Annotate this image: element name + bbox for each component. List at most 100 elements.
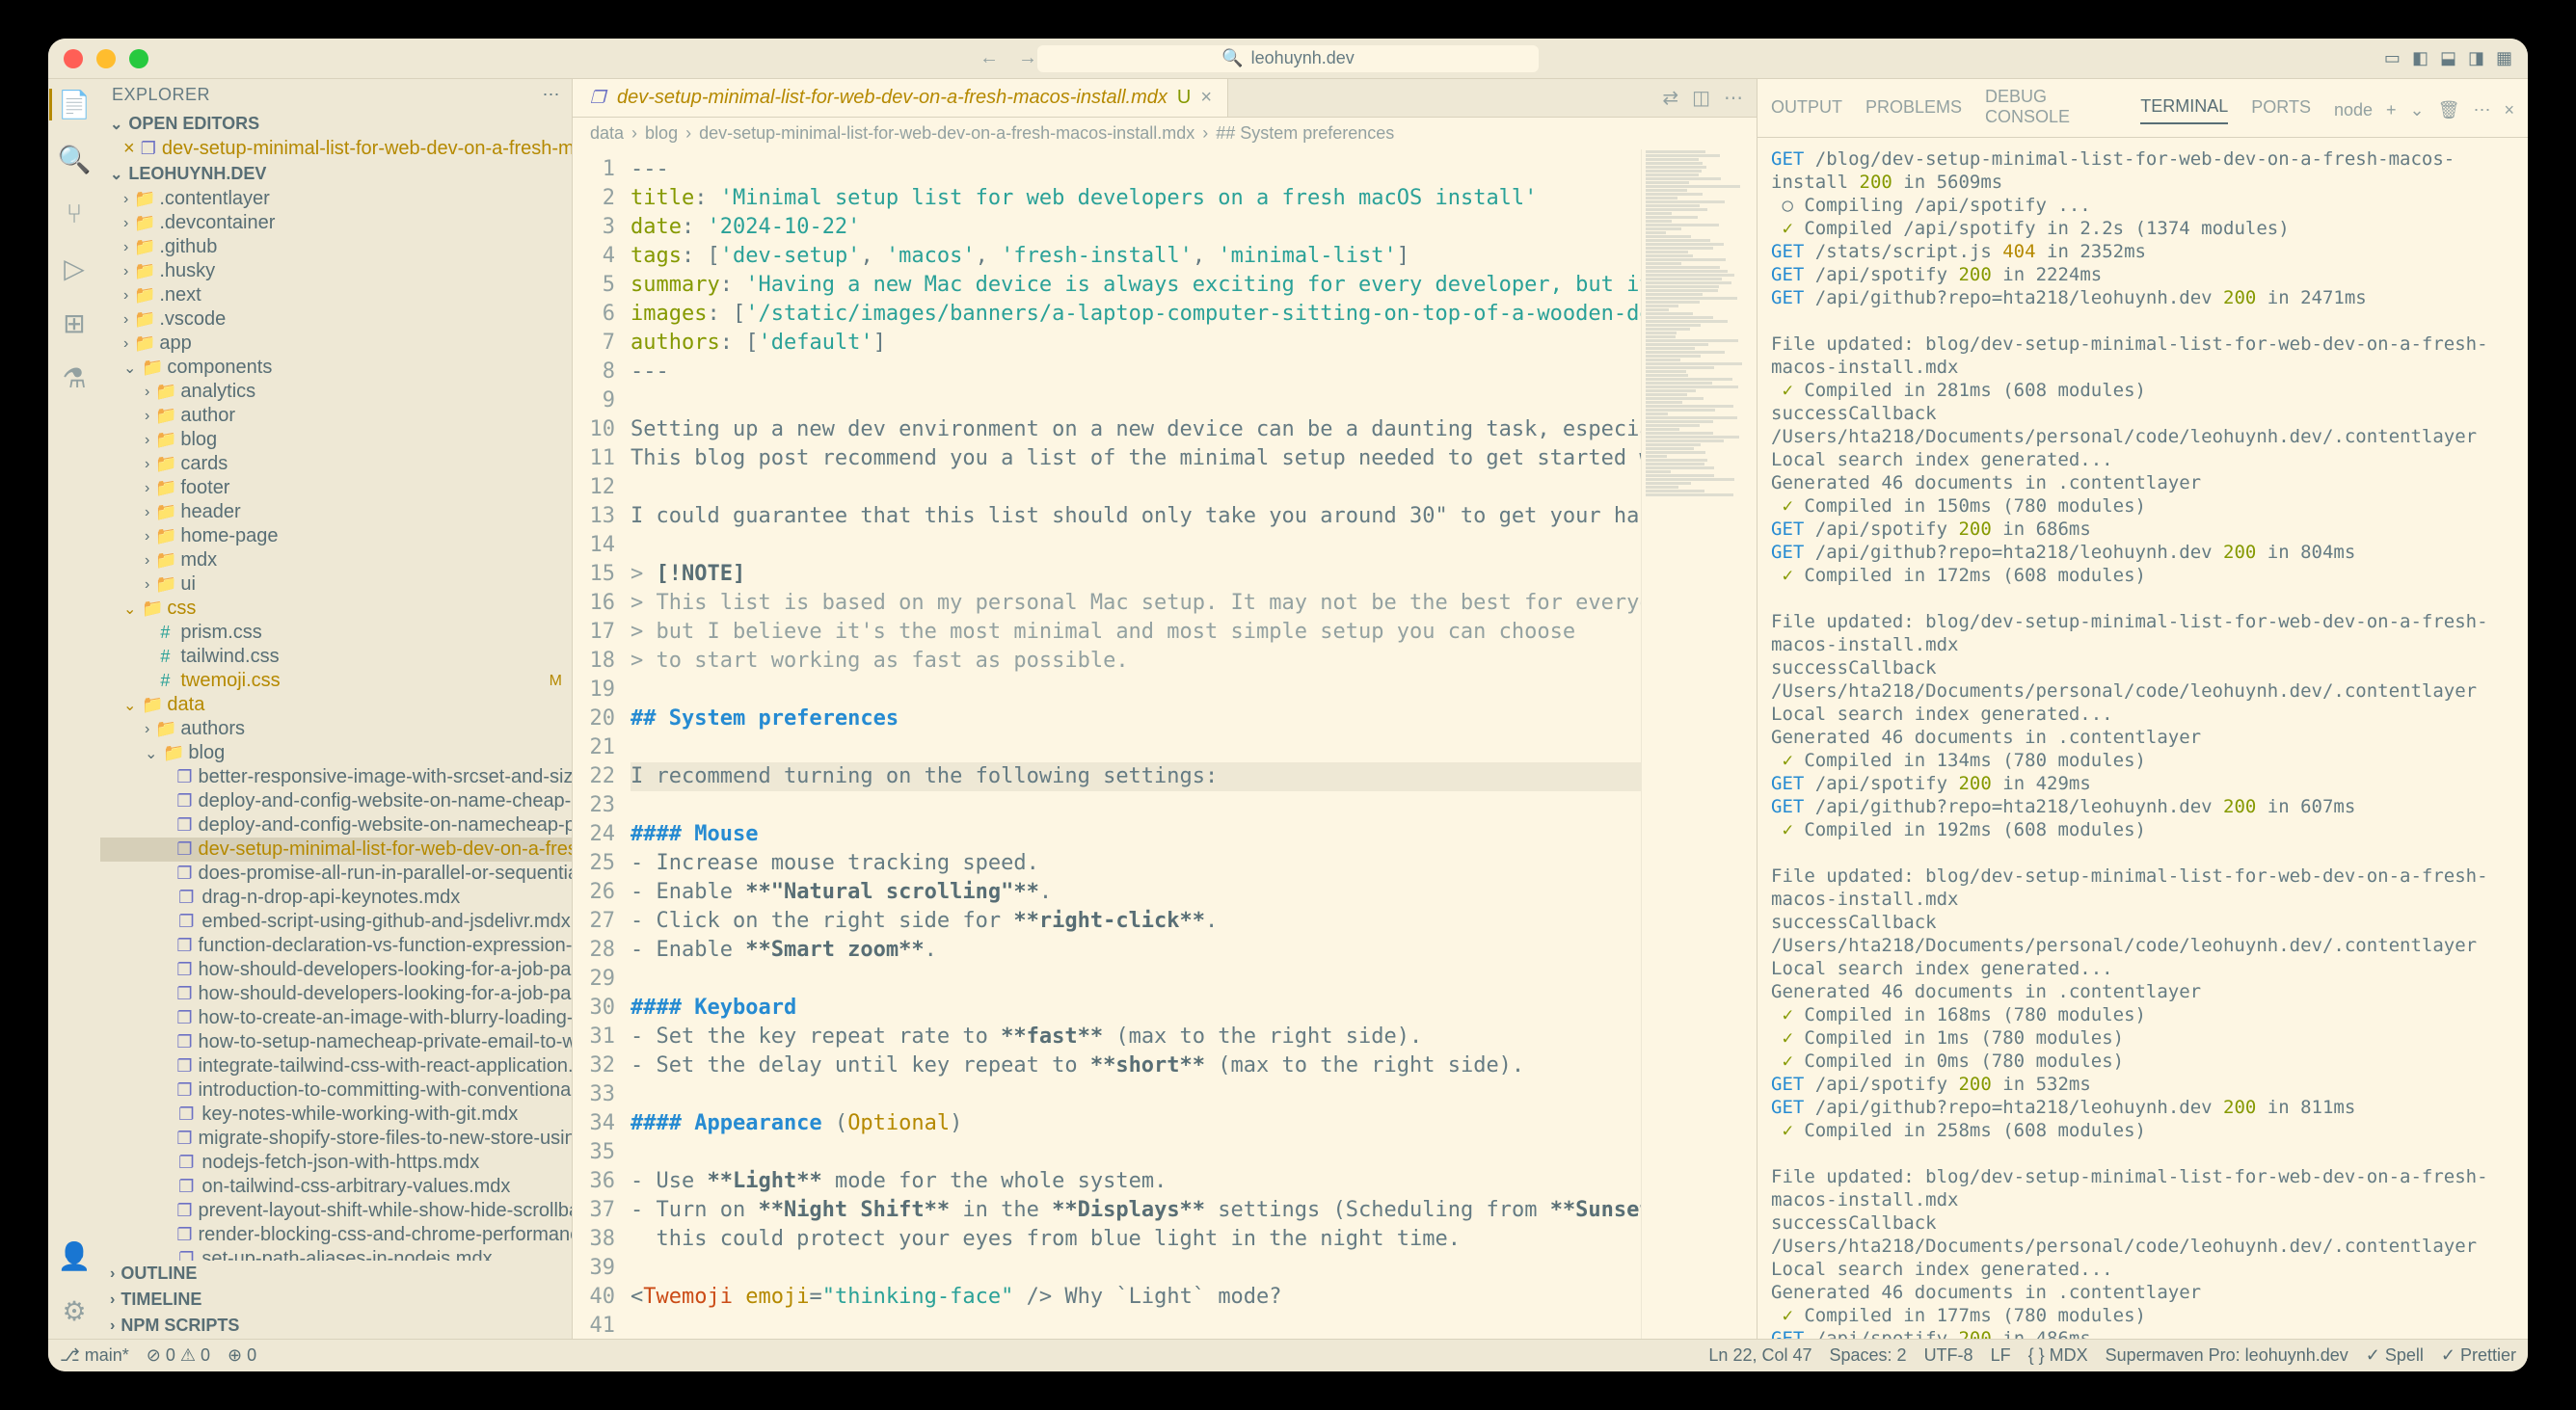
nav-forward-icon[interactable]: →	[1018, 47, 1037, 69]
file-item[interactable]: ›❐how-to-setup-namecheap-private-email-t…	[100, 1030, 572, 1054]
layout-sidebar-icon[interactable]: ◧	[2412, 48, 2428, 68]
nav-back-icon[interactable]: ←	[979, 47, 999, 69]
project-section[interactable]: ⌄ LEOHUYNH.DEV	[100, 161, 572, 187]
file-item[interactable]: ›❐how-should-developers-looking-for-a-jo…	[100, 958, 572, 982]
folder-item[interactable]: ›📁cards	[100, 452, 572, 476]
folder-item[interactable]: ›📁ui	[100, 572, 572, 597]
status-item[interactable]: ✓ Prettier	[2441, 1345, 2516, 1366]
folder-item[interactable]: ›📁mdx	[100, 548, 572, 572]
maximize-window-button[interactable]	[129, 49, 148, 68]
source-control-icon[interactable]: ⑂	[67, 199, 83, 229]
explorer-more-icon[interactable]: ⋯	[543, 85, 561, 105]
file-item[interactable]: ›❐better-responsive-image-with-srcset-an…	[100, 765, 572, 789]
minimize-window-button[interactable]	[96, 49, 116, 68]
folder-item[interactable]: ⌄📁components	[100, 356, 572, 380]
editor-body[interactable]: 1234567891011121314151617181920212223242…	[573, 149, 1757, 1339]
file-item[interactable]: ›❐on-tailwind-css-arbitrary-values.mdx	[100, 1175, 572, 1199]
timeline-section[interactable]: › TIMELINE	[100, 1287, 572, 1313]
file-item[interactable]: ›❐drag-n-drop-api-keynotes.mdx	[100, 886, 572, 910]
account-icon[interactable]: 👤	[58, 1240, 92, 1272]
status-item[interactable]: ⎇ main*	[60, 1345, 129, 1366]
file-item[interactable]: ›❐deploy-and-config-website-on-name-chea…	[100, 789, 572, 813]
status-item[interactable]: Supermaven Pro: leohuynh.dev	[2106, 1345, 2348, 1366]
file-item[interactable]: ›❐how-to-create-an-image-with-blurry-loa…	[100, 1006, 572, 1030]
maximize-panel-icon[interactable]: ⋯	[2473, 100, 2490, 120]
extensions-icon[interactable]: ⊞	[63, 307, 85, 339]
status-item[interactable]: UTF-8	[1924, 1345, 1973, 1366]
breadcrumb-item[interactable]: data	[590, 123, 624, 144]
debug-icon[interactable]: ▷	[64, 253, 85, 284]
command-center[interactable]: 🔍 leohuynh.dev	[1037, 45, 1539, 72]
split-icon[interactable]: ◫	[1692, 86, 1710, 110]
folder-item[interactable]: ⌄📁blog	[100, 741, 572, 765]
panel-tab-ports[interactable]: PORTS	[2251, 97, 2311, 123]
minimap[interactable]	[1641, 149, 1757, 1339]
panel-tab-debug-console[interactable]: DEBUG CONSOLE	[1985, 87, 2117, 133]
folder-item[interactable]: ›📁author	[100, 404, 572, 428]
file-item[interactable]: ›❐dev-setup-minimal-list-for-web-dev-on-…	[100, 838, 572, 862]
status-item[interactable]: ⊘ 0 ⚠ 0	[147, 1345, 210, 1366]
open-editors-section[interactable]: ⌄ OPEN EDITORS	[100, 111, 572, 137]
code-area[interactable]: ---title: 'Minimal setup list for web de…	[631, 149, 1641, 1339]
close-tab-icon[interactable]: ×	[1200, 87, 1212, 109]
breadcrumb-item[interactable]: dev-setup-minimal-list-for-web-dev-on-a-…	[699, 123, 1194, 144]
layout-panel-icon[interactable]: ▭	[2384, 48, 2401, 68]
file-item[interactable]: ›#twemoji.cssM	[100, 669, 572, 693]
file-item[interactable]: ›❐function-declaration-vs-function-expre…	[100, 934, 572, 958]
explorer-icon[interactable]: 📄	[49, 89, 92, 120]
folder-item[interactable]: ⌄📁data	[100, 693, 572, 717]
folder-item[interactable]: ›📁analytics	[100, 380, 572, 404]
folder-item[interactable]: ⌄📁css	[100, 597, 572, 621]
settings-gear-icon[interactable]: ⚙	[62, 1295, 86, 1327]
compare-icon[interactable]: ⇄	[1662, 86, 1678, 110]
status-item[interactable]: LF	[1991, 1345, 2011, 1366]
terminal-output[interactable]: GET /blog/dev-setup-minimal-list-for-web…	[1758, 138, 2528, 1339]
folder-item[interactable]: ›📁header	[100, 500, 572, 524]
file-item[interactable]: ›❐does-promise-all-run-in-parallel-or-se…	[100, 862, 572, 886]
file-item[interactable]: ›❐prevent-layout-shift-while-show-hide-s…	[100, 1199, 572, 1223]
status-item[interactable]: Spaces: 2	[1830, 1345, 1907, 1366]
folder-item[interactable]: ›📁authors	[100, 717, 572, 741]
more-icon[interactable]: ⋯	[1724, 86, 1743, 110]
folder-item[interactable]: ›📁.contentlayer	[100, 187, 572, 211]
folder-item[interactable]: ›📁app	[100, 332, 572, 356]
file-item[interactable]: ›❐embed-script-using-github-and-jsdelivr…	[100, 910, 572, 934]
file-item[interactable]: ›❐migrate-shopify-store-files-to-new-sto…	[100, 1127, 572, 1151]
status-item[interactable]: Ln 22, Col 47	[1708, 1345, 1811, 1366]
folder-item[interactable]: ›📁.next	[100, 283, 572, 307]
file-item[interactable]: ›#tailwind.css	[100, 645, 572, 669]
close-window-button[interactable]	[64, 49, 83, 68]
panel-tab-terminal[interactable]: TERMINAL	[2140, 96, 2228, 124]
new-terminal-icon[interactable]: +	[2386, 100, 2397, 120]
search-activity-icon[interactable]: 🔍	[58, 144, 92, 175]
outline-section[interactable]: › OUTLINE	[100, 1261, 572, 1287]
kill-terminal-icon[interactable]: 🗑	[2438, 100, 2460, 120]
folder-item[interactable]: ›📁.vscode	[100, 307, 572, 332]
test-icon[interactable]: ⚗	[62, 362, 86, 394]
file-item[interactable]: ›#prism.css	[100, 621, 572, 645]
status-item[interactable]: ⊕ 0	[228, 1345, 256, 1366]
folder-item[interactable]: ›📁.husky	[100, 259, 572, 283]
panel-tab-problems[interactable]: PROBLEMS	[1865, 97, 1962, 123]
editor-tab[interactable]: ❐ dev-setup-minimal-list-for-web-dev-on-…	[573, 79, 1228, 117]
open-editor-item[interactable]: × ❐ dev-setup-minimal-list-for-web-dev-o…	[100, 137, 572, 161]
breadcrumb[interactable]: data›blog›dev-setup-minimal-list-for-web…	[573, 118, 1757, 149]
terminal-shell-label[interactable]: node	[2334, 100, 2373, 120]
folder-item[interactable]: ›📁home-page	[100, 524, 572, 548]
npm-scripts-section[interactable]: › NPM SCRIPTS	[100, 1313, 572, 1339]
terminal-dropdown-icon[interactable]: ⌄	[2410, 100, 2425, 120]
close-panel-icon[interactable]: ×	[2504, 100, 2514, 120]
layout-bottom-icon[interactable]: ⬓	[2440, 48, 2456, 68]
folder-item[interactable]: ›📁.github	[100, 235, 572, 259]
file-item[interactable]: ›❐how-should-developers-looking-for-a-jo…	[100, 982, 572, 1006]
folder-item[interactable]: ›📁footer	[100, 476, 572, 500]
close-icon[interactable]: ×	[123, 138, 135, 160]
file-item[interactable]: ›❐render-blocking-css-and-chrome-perform…	[100, 1223, 572, 1247]
breadcrumb-item[interactable]: ## System preferences	[1216, 123, 1394, 144]
file-item[interactable]: ›❐integrate-tailwind-css-with-react-appl…	[100, 1054, 572, 1078]
customize-layout-icon[interactable]: ▦	[2496, 48, 2512, 68]
file-item[interactable]: ›❐set-up-path-aliases-in-nodejs.mdx	[100, 1247, 572, 1261]
file-item[interactable]: ›❐nodejs-fetch-json-with-https.mdx	[100, 1151, 572, 1175]
file-item[interactable]: ›❐introduction-to-committing-with-conven…	[100, 1078, 572, 1103]
breadcrumb-item[interactable]: blog	[645, 123, 678, 144]
